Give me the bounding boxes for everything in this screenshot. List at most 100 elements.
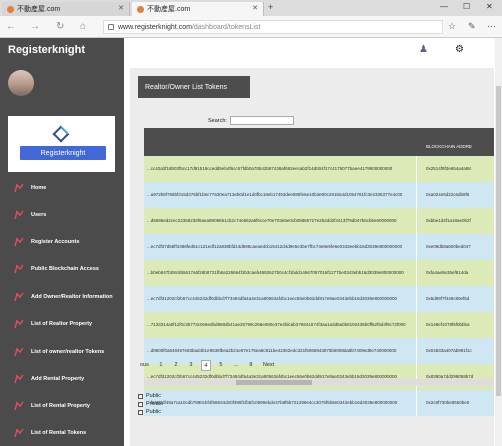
horizontal-scrollbar[interactable] <box>144 379 494 386</box>
page-link[interactable]: ous <box>138 360 151 371</box>
sidebar-item-label: Add Owner/Realtor Information <box>31 294 113 300</box>
table-row: ...fe557df49a7ca10cdb7880cbf4f58834d20f3… <box>144 390 494 416</box>
browser-tab-active[interactable]: 不動産屋.com ✕ <box>132 2 264 16</box>
lock-icon <box>108 24 114 30</box>
sidebar-item[interactable]: Register Accounts <box>0 235 124 249</box>
close-tab-icon[interactable]: ✕ <box>118 4 124 12</box>
avatar[interactable] <box>8 70 34 96</box>
blockchain-address-cell: 0xfa4ae8e35ef814da <box>426 270 469 275</box>
column-divider <box>416 390 417 416</box>
blockchain-address-cell: 0x149ef1078f6f0bbba <box>426 322 470 327</box>
column-divider <box>416 286 417 312</box>
checkbox-box[interactable] <box>138 401 143 407</box>
brand-card: Registerknight <box>8 116 115 172</box>
more-icon[interactable]: ⋯ <box>487 21 496 32</box>
sidebar-item[interactable]: Public Blockchain Access <box>0 262 124 276</box>
sidebar-item-label: List of Rental Property <box>31 403 90 409</box>
token-hash-cell: ...ec7df31202cf2b67cc445232df0dbbd7f7348… <box>147 296 397 301</box>
vertical-scrollbar[interactable] <box>495 38 502 446</box>
visibility-checkbox[interactable]: Public <box>138 393 161 399</box>
rk-logo-icon <box>14 428 24 438</box>
tab-title: 不動産屋.com <box>147 6 191 13</box>
scrollbar-thumb[interactable] <box>236 380 312 385</box>
tab-title: 不動産屋.com <box>17 6 61 13</box>
rk-logo-icon <box>14 374 24 384</box>
table-header: BLOCKCHAIN ADDRE <box>144 128 494 156</box>
sidebar-item[interactable]: List of owner/realtor Tokens <box>0 345 124 359</box>
blockchain-address-cell: 0xe09db8a600bed047 <box>426 244 471 249</box>
sidebar-item-label: Register Accounts <box>31 239 80 245</box>
sidebar-item[interactable]: List of Realtor Property <box>0 317 124 331</box>
checkbox-box[interactable] <box>138 393 143 399</box>
page-link[interactable]: 3 <box>186 360 196 371</box>
sidebar-item-label: List of owner/realtor Tokens <box>31 349 105 355</box>
blockchain-address-cell: 0x2514f9f3e654a4a58 <box>426 166 471 171</box>
logo-icon <box>52 125 70 143</box>
registerknight-button[interactable]: Registerknight <box>20 146 106 160</box>
table-row: ...7133314a0f11f0c35773c0e8edbd868db41ae… <box>144 312 494 338</box>
table-row: ...cc42a2f18b03f5cc17d91518ccedd5eb4f6cc… <box>144 156 494 182</box>
rk-logo-icon <box>14 292 24 302</box>
rk-logo-icon <box>14 183 24 193</box>
tokens-table: BLOCKCHAIN ADDRE ...cc42a2f18b03f5cc17d9… <box>144 128 494 416</box>
column-divider <box>416 312 417 338</box>
brand-title: Registerknight <box>8 44 86 56</box>
url-field[interactable]: www.registerknight.com /dashboard/tokens… <box>103 20 443 34</box>
gear-icon[interactable]: ⚙ <box>455 44 464 55</box>
sidebar-item[interactable]: List of Rental Property <box>0 399 124 413</box>
browser-tab[interactable]: 不動産屋.com ✕ <box>2 2 130 16</box>
column-header-blockchain-address[interactable]: BLOCKCHAIN ADDRE <box>426 144 472 149</box>
forward-icon[interactable]: → <box>30 21 40 32</box>
main-panel: Realtor/Owner List Tokens Search: BLOCKC… <box>130 68 494 446</box>
token-hash-cell: ...b0eb847b08c6b5617a5f26b8721fb6a226664… <box>147 270 404 275</box>
blockchain-address-cell: 0xbbe1d4f1a18ae0b2f <box>426 218 471 223</box>
sidebar-item[interactable]: List of Rental Tokens <box>0 426 124 440</box>
sidebar-item[interactable]: Users <box>0 208 124 222</box>
sidebar-item[interactable]: Home <box>0 181 124 195</box>
table-row: ...ec7df31202cf2b67cc445232df0dbbd7f7348… <box>144 286 494 312</box>
rk-logo-icon <box>14 347 24 357</box>
token-hash-cell: ...d5695ed2cec22358235f6aea9808661cb2c74… <box>147 218 397 223</box>
extensions-icon[interactable]: ✎ <box>468 21 476 32</box>
table-row: ...ec7df37d58ff4388fed61c121edf12a838bfd… <box>144 234 494 260</box>
user-icon[interactable]: ♟ <box>419 44 428 55</box>
checkbox-box[interactable] <box>138 409 143 415</box>
token-hash-cell: ...ec7df37d58ff4388fed61c121edf12a838bfd… <box>147 244 403 249</box>
page-link[interactable]: 4 <box>200 360 211 371</box>
sidebar-item[interactable]: Add Owner/Realtor Information <box>0 290 124 304</box>
tab-bar: 不動産屋.com ✕ 不動産屋.com ✕ + — ☐ ✕ <box>0 0 502 16</box>
page-link[interactable]: 2 <box>171 360 181 371</box>
close-window-icon[interactable]: ✕ <box>486 2 493 11</box>
pagination: ous 1 2 3 4 5... 8 Next <box>138 360 281 371</box>
rk-logo-icon <box>14 401 24 411</box>
sidebar-item[interactable]: Add Rental Property <box>0 372 124 386</box>
sidebar-item-label: Add Rental Property <box>31 376 85 382</box>
scrollbar-thumb[interactable] <box>496 86 501 396</box>
address-bar: ← → ↻ ⌂ www.registerknight.com /dashboar… <box>0 16 502 38</box>
page-link[interactable]: Next <box>261 360 276 371</box>
visibility-checkbox[interactable]: Private <box>138 401 163 407</box>
search-label: Search: <box>208 117 227 124</box>
checkbox-label: Public <box>146 409 161 415</box>
minimize-icon[interactable]: — <box>440 2 448 11</box>
back-icon[interactable]: ← <box>6 21 16 32</box>
page-link[interactable]: ... <box>231 360 241 371</box>
page-link[interactable]: 1 <box>156 360 166 371</box>
token-hash-cell: ...7133314a0f11f0c35773c0e8edbd868db41ae… <box>147 322 406 327</box>
blockchain-address-cell: 0x04833a407ab991f1c <box>426 348 472 353</box>
favorites-icon[interactable]: ☆ <box>448 21 456 32</box>
page-link[interactable]: 5 <box>216 360 226 371</box>
close-tab-icon[interactable]: ✕ <box>252 4 258 12</box>
visibility-checkbox[interactable]: Public <box>138 409 161 415</box>
checkbox-label: Public <box>146 393 161 399</box>
rk-logo-icon <box>14 319 24 329</box>
search-input[interactable] <box>229 116 294 125</box>
column-divider <box>416 234 417 260</box>
refresh-icon[interactable]: ↻ <box>56 21 64 32</box>
rk-logo-icon <box>14 210 24 220</box>
home-icon[interactable]: ⌂ <box>80 21 86 32</box>
page-link[interactable]: 8 <box>246 360 256 371</box>
new-tab-icon[interactable]: + <box>268 2 273 12</box>
maximize-icon[interactable]: ☐ <box>463 2 470 11</box>
sidebar-item-label: Public Blockchain Access <box>31 266 99 272</box>
